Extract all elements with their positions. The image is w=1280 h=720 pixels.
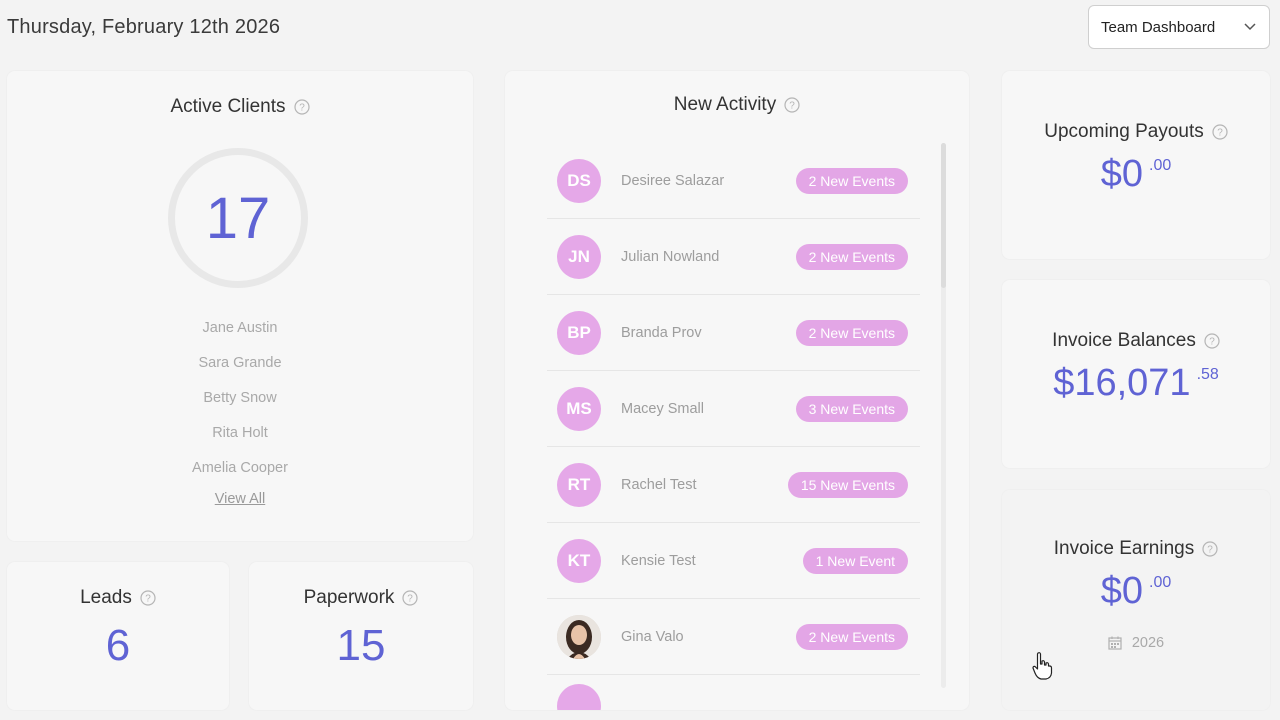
activity-row[interactable]: RT Rachel Test 15 New Events	[547, 447, 920, 523]
activity-name: Branda Prov	[621, 324, 702, 341]
help-icon[interactable]: ?	[402, 590, 419, 606]
invoice-balances-card[interactable]: Invoice Balances ? $16,071 .58	[1002, 280, 1270, 468]
invoice-balances-amount: $16,071 .58	[1002, 362, 1270, 405]
chevron-down-icon	[1244, 23, 1256, 31]
activity-name: Rachel Test	[621, 476, 697, 493]
page-date-heading: Thursday, February 12th 2026	[7, 16, 281, 38]
help-icon[interactable]: ?	[293, 99, 310, 115]
leads-card[interactable]: Leads ? 6	[7, 562, 229, 710]
activity-row[interactable]: BP Branda Prov 2 New Events	[547, 295, 920, 371]
amount-cents: .58	[1196, 366, 1219, 383]
leads-count: 6	[105, 621, 131, 670]
earnings-year: 2026	[1131, 635, 1165, 651]
client-item[interactable]: Betty Snow	[7, 386, 473, 421]
invoice-earnings-amount: $0 .00	[1002, 570, 1270, 613]
events-badge[interactable]: 2 New Events	[795, 319, 908, 346]
client-list: Jane Austin Sara Grande Betty Snow Rita …	[7, 316, 473, 491]
activity-row[interactable]: DS Desiree Salazar 2 New Events	[547, 143, 920, 219]
svg-text:?: ?	[299, 103, 305, 114]
events-badge[interactable]: 2 New Events	[795, 623, 908, 650]
activity-row[interactable]: JN Julian Nowland 2 New Events	[547, 219, 920, 295]
avatar: BP	[557, 310, 601, 355]
events-badge[interactable]: 2 New Events	[795, 167, 908, 194]
upcoming-payouts-title: Upcoming Payouts	[1044, 121, 1204, 142]
amount-dollars: $0	[1100, 570, 1144, 612]
upcoming-payouts-card[interactable]: Upcoming Payouts ? $0 .00	[1002, 71, 1270, 259]
activity-row[interactable]: MS Macey Small 3 New Events	[547, 371, 920, 447]
activity-list: DS Desiree Salazar 2 New Events JN Julia…	[547, 143, 920, 675]
events-badge[interactable]: 1 New Event	[802, 547, 908, 574]
avatar: DS	[557, 158, 601, 203]
svg-text:?: ?	[1209, 337, 1215, 348]
client-item[interactable]: Sara Grande	[7, 351, 473, 386]
avatar-photo	[557, 614, 601, 659]
svg-text:?: ?	[789, 101, 795, 112]
svg-text:?: ?	[1217, 128, 1223, 139]
active-clients-title: Active Clients	[170, 96, 286, 117]
client-item[interactable]: Rita Holt	[7, 421, 473, 456]
avatar	[557, 684, 601, 710]
help-icon[interactable]: ?	[784, 97, 800, 113]
leads-title: Leads	[80, 587, 132, 608]
svg-text:?: ?	[408, 594, 414, 605]
calendar-icon	[1108, 636, 1122, 650]
amount-dollars: $0	[1100, 153, 1144, 195]
activity-name: Kensie Test	[621, 552, 696, 569]
avatar: KT	[557, 538, 601, 583]
upcoming-payouts-amount: $0 .00	[1002, 153, 1270, 196]
view-all-link[interactable]: View All	[7, 491, 473, 507]
scrollbar-thumb[interactable]	[941, 143, 946, 288]
dashboard-select-value: Team Dashboard	[1101, 18, 1216, 36]
active-clients-card: Active Clients ? 17 Jane Austin Sara Gra…	[7, 71, 473, 541]
active-clients-count: 17	[205, 185, 271, 251]
client-item[interactable]: Jane Austin	[7, 316, 473, 351]
help-icon[interactable]: ?	[140, 590, 156, 606]
activity-row[interactable]: KT Kensie Test 1 New Event	[547, 523, 920, 599]
activity-name: Gina Valo	[621, 628, 684, 645]
avatar: MS	[557, 386, 601, 431]
paperwork-title: Paperwork	[303, 587, 395, 608]
events-badge[interactable]: 3 New Events	[795, 395, 908, 422]
activity-scrollbar[interactable]	[941, 143, 946, 688]
help-icon[interactable]: ?	[1204, 333, 1220, 349]
avatar: RT	[557, 462, 601, 507]
help-icon[interactable]: ?	[1202, 541, 1218, 557]
activity-name: Julian Nowland	[621, 248, 720, 265]
activity-row[interactable]: Gina Valo 2 New Events	[547, 599, 920, 675]
dashboard-select[interactable]: Team Dashboard	[1088, 5, 1270, 49]
client-item[interactable]: Amelia Cooper	[7, 456, 473, 491]
events-badge[interactable]: 2 New Events	[795, 243, 908, 270]
amount-cents: .00	[1149, 574, 1172, 591]
amount-cents: .00	[1149, 157, 1172, 174]
svg-text:?: ?	[1207, 545, 1213, 556]
svg-text:?: ?	[145, 594, 151, 605]
invoice-balances-title: Invoice Balances	[1052, 330, 1196, 351]
new-activity-card: New Activity ? DS Desiree Salazar 2 New …	[505, 71, 969, 710]
new-activity-title: New Activity	[673, 94, 777, 115]
paperwork-card[interactable]: Paperwork ? 15	[249, 562, 473, 710]
amount-dollars: $16,071	[1053, 362, 1191, 404]
help-icon[interactable]: ?	[1212, 124, 1228, 140]
events-badge[interactable]: 15 New Events	[787, 471, 908, 498]
activity-name: Desiree Salazar	[621, 172, 725, 189]
activity-name: Macey Small	[621, 400, 704, 417]
active-clients-ring: 17	[168, 148, 308, 288]
person-photo-icon	[557, 614, 601, 659]
avatar: JN	[557, 234, 601, 279]
paperwork-count: 15	[336, 621, 386, 670]
invoice-earnings-title: Invoice Earnings	[1053, 538, 1195, 559]
hand-cursor-icon	[1032, 652, 1053, 680]
year-selector[interactable]: 2026	[1002, 635, 1270, 651]
